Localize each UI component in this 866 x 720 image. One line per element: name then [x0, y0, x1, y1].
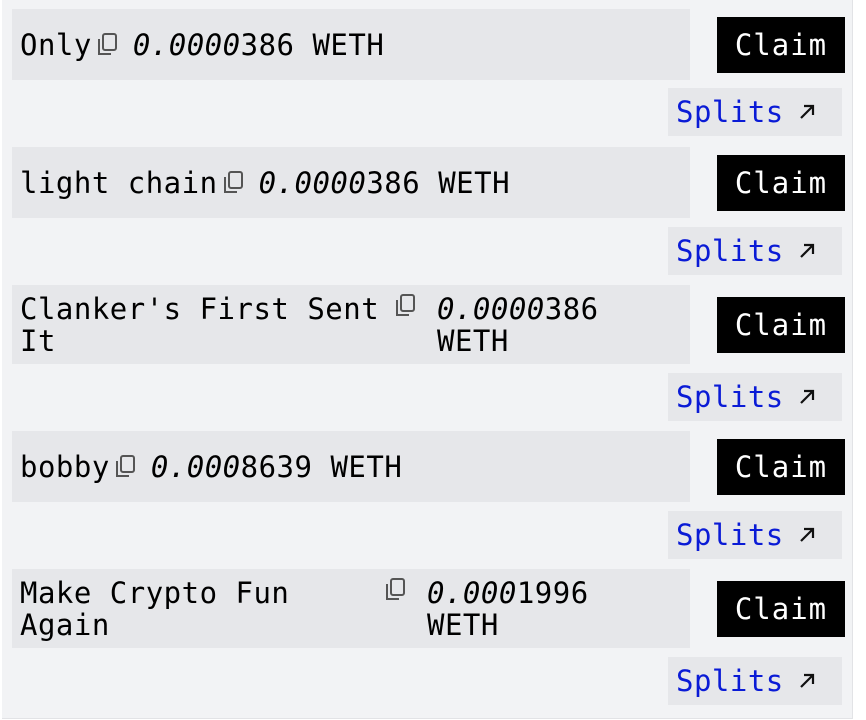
claim-info: bobby 0.0008639 WETH [12, 431, 690, 502]
copy-icon[interactable] [221, 170, 245, 196]
claim-row: Only 0.0000386 WETH Claim [12, 9, 845, 80]
arrow-up-right-icon [799, 243, 814, 258]
claim-button[interactable]: Claim [717, 16, 845, 73]
arrow-up-right-icon [799, 104, 814, 119]
claim-amount: 0.0000386 WETH [437, 291, 599, 358]
claims-panel: Only 0.0000386 WETH Claim Splits light c… [2, 0, 853, 719]
arrow-up-right-icon [799, 389, 814, 404]
claim-amount: 0.0000386 WETH [132, 27, 385, 62]
arrow-up-right-icon [799, 527, 814, 542]
claim-amount: 0.0001996 WETH [427, 575, 589, 642]
claim-row: Make Crypto Fun Again 0.0001996 WETH Cla… [12, 569, 845, 648]
claim-row: Clanker's First Sent It 0.0000386 WETH C… [12, 285, 845, 364]
copy-icon[interactable] [95, 32, 119, 58]
copy-icon[interactable] [383, 577, 407, 603]
claim-info: Make Crypto Fun Again 0.0001996 WETH [12, 569, 690, 648]
arrow-up-right-icon [799, 673, 814, 688]
splits-link[interactable]: Splits [668, 227, 842, 275]
copy-icon[interactable] [113, 454, 137, 480]
splits-link[interactable]: Splits [668, 511, 842, 559]
token-name: Only [20, 27, 92, 62]
splits-link[interactable]: Splits [668, 373, 842, 421]
claim-button[interactable]: Claim [717, 580, 845, 637]
splits-label: Splits [676, 234, 784, 268]
splits-label: Splits [676, 518, 784, 552]
claim-row: light chain 0.0000386 WETH Claim [12, 147, 845, 218]
splits-label: Splits [676, 664, 784, 698]
claim-amount: 0.0000386 WETH [258, 165, 511, 200]
splits-link[interactable]: Splits [668, 657, 842, 705]
splits-link[interactable]: Splits [668, 88, 842, 136]
claim-info: Only 0.0000386 WETH [12, 9, 690, 80]
splits-label: Splits [676, 380, 784, 414]
token-name: bobby [20, 449, 110, 484]
splits-label: Splits [676, 95, 784, 129]
copy-icon[interactable] [393, 293, 417, 319]
token-name: light chain [20, 165, 218, 200]
token-name: Make Crypto Fun Again [20, 575, 290, 642]
claim-button[interactable]: Claim [717, 438, 845, 495]
claim-info: light chain 0.0000386 WETH [12, 147, 690, 218]
claim-row: bobby 0.0008639 WETH Claim [12, 431, 845, 502]
token-name: Clanker's First Sent It [20, 291, 380, 358]
claim-info: Clanker's First Sent It 0.0000386 WETH [12, 285, 690, 364]
claim-button[interactable]: Claim [717, 154, 845, 211]
claim-button[interactable]: Claim [717, 296, 845, 353]
claim-amount: 0.0008639 WETH [150, 449, 403, 484]
